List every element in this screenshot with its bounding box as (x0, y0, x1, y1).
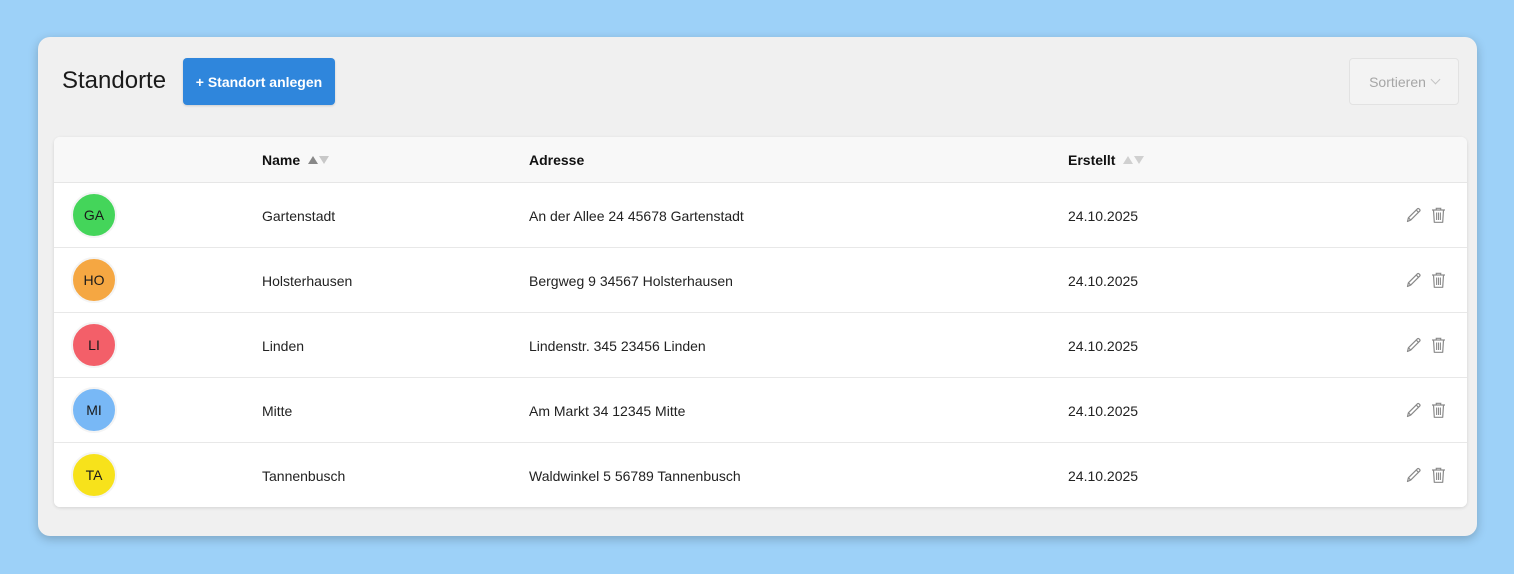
avatar-initials: GA (83, 207, 105, 223)
pencil-icon[interactable] (1405, 401, 1422, 419)
column-header-created-label: Erstellt (1068, 152, 1116, 168)
avatar-initials: TA (85, 467, 103, 483)
trash-icon[interactable] (1430, 271, 1447, 289)
trash-icon[interactable] (1430, 401, 1447, 419)
table-row: GA Gartenstadt An der Allee 24 45678 Gar… (54, 183, 1467, 248)
sort-unsorted-icon (1123, 156, 1145, 164)
location-created-date: 24.10.2025 (1068, 273, 1139, 289)
location-avatar: LI (71, 322, 117, 368)
location-address: Am Markt 34 12345 Mitte (529, 403, 686, 419)
locations-panel: Standorte + Standort anlegen Sortieren N… (38, 37, 1477, 536)
avatar-initials: HO (83, 272, 105, 288)
trash-icon[interactable] (1430, 336, 1447, 354)
chevron-down-icon (1430, 74, 1441, 85)
location-address: Bergweg 9 34567 Holsterhausen (529, 273, 733, 289)
row-actions (1405, 466, 1447, 484)
location-address: An der Allee 24 45678 Gartenstadt (529, 208, 744, 224)
pencil-icon[interactable] (1405, 271, 1422, 289)
location-avatar: TA (71, 452, 117, 498)
column-header-address-label: Adresse (529, 152, 585, 168)
location-avatar: HO (71, 257, 117, 303)
panel-header: Standorte + Standort anlegen Sortieren (38, 37, 1477, 137)
table-row: LI Linden Lindenstr. 345 23456 Linden 24… (54, 313, 1467, 378)
location-avatar: GA (71, 192, 117, 238)
location-name: Linden (262, 338, 305, 354)
location-created-date: 24.10.2025 (1068, 403, 1139, 419)
location-avatar: MI (71, 387, 117, 433)
location-name: Holsterhausen (262, 273, 353, 289)
table-row: MI Mitte Am Markt 34 12345 Mitte 24.10.2… (54, 378, 1467, 443)
sort-select-label: Sortieren (1369, 73, 1426, 90)
column-header-name[interactable]: Name (262, 152, 330, 168)
table-row: TA Tannenbusch Waldwinkel 5 56789 Tannen… (54, 443, 1467, 507)
row-actions (1405, 401, 1447, 419)
location-created-date: 24.10.2025 (1068, 208, 1139, 224)
location-name: Mitte (262, 403, 293, 419)
row-actions (1405, 336, 1447, 354)
pencil-icon[interactable] (1405, 206, 1422, 224)
avatar-initials: MI (86, 402, 102, 418)
column-header-created[interactable]: Erstellt (1068, 152, 1145, 168)
column-header-name-label: Name (262, 152, 301, 168)
trash-icon[interactable] (1430, 466, 1447, 484)
location-address: Lindenstr. 345 23456 Linden (529, 338, 706, 354)
row-actions (1405, 271, 1447, 289)
locations-table: Name Adresse Erstellt GA Gartenstadt An … (54, 137, 1467, 507)
trash-icon[interactable] (1430, 206, 1447, 224)
pencil-icon[interactable] (1405, 466, 1422, 484)
sort-select[interactable]: Sortieren (1349, 58, 1459, 105)
location-created-date: 24.10.2025 (1068, 338, 1139, 354)
row-actions (1405, 206, 1447, 224)
location-address: Waldwinkel 5 56789 Tannenbusch (529, 468, 741, 484)
location-name: Tannenbusch (262, 468, 346, 484)
location-created-date: 24.10.2025 (1068, 468, 1139, 484)
add-location-button[interactable]: + Standort anlegen (183, 58, 335, 105)
table-row: HO Holsterhausen Bergweg 9 34567 Holster… (54, 248, 1467, 313)
table-header: Name Adresse Erstellt (54, 137, 1467, 183)
column-header-address: Adresse (529, 152, 584, 168)
pencil-icon[interactable] (1405, 336, 1422, 354)
location-name: Gartenstadt (262, 208, 336, 224)
avatar-initials: LI (88, 337, 100, 353)
page-title: Standorte (62, 67, 167, 94)
sort-ascending-icon (308, 156, 330, 164)
